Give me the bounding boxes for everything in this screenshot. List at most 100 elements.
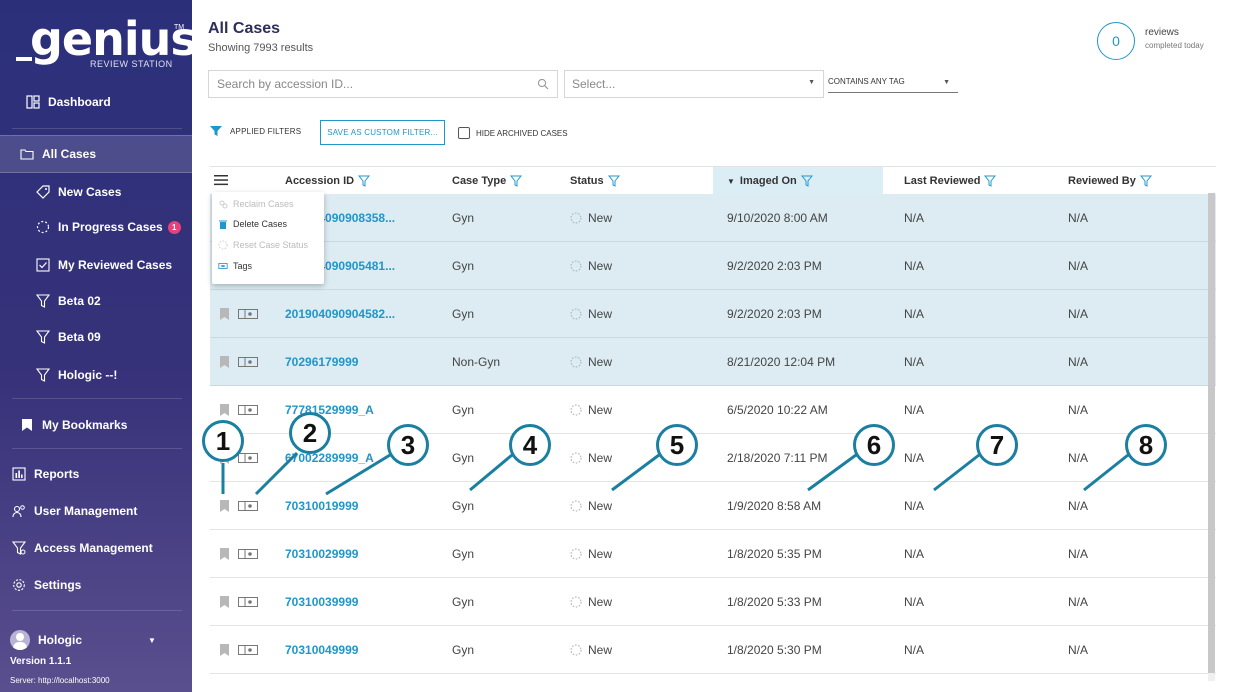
cell-accession-id[interactable]: 70310039999 — [285, 578, 358, 626]
column-imaged-on-label: Imaged On — [739, 175, 797, 187]
bookmark-icon[interactable] — [220, 596, 229, 608]
user-menu-caret-icon[interactable]: ▼ — [148, 636, 156, 645]
nav-in-progress-label: In Progress Cases — [58, 220, 163, 234]
nav-new-cases[interactable]: New Cases — [0, 174, 192, 210]
cell-last-reviewed: N/A — [904, 307, 925, 321]
table-scrollbar[interactable] — [1208, 193, 1215, 681]
cell-accession-id[interactable]: 70296179999 — [285, 338, 358, 386]
table-row[interactable]: 77781529999_A Gyn New 6/5/2020 10:22 AM N/A N… — [210, 386, 1216, 434]
search-input[interactable] — [217, 77, 527, 91]
slide-icon[interactable] — [238, 501, 258, 511]
slide-icon[interactable] — [238, 309, 258, 319]
slide-icon[interactable] — [238, 549, 258, 559]
cell-imaged-on: 8/21/2020 12:04 PM — [727, 355, 836, 369]
funnel-icon — [36, 294, 50, 308]
column-reviewed-by[interactable]: Reviewed By — [1068, 167, 1152, 195]
nav-my-bookmarks[interactable]: My Bookmarks — [0, 407, 192, 443]
cell-reviewed-by: N/A — [1068, 307, 1089, 321]
nav-my-reviewed-cases[interactable]: My Reviewed Cases — [0, 247, 192, 283]
cell-accession-id[interactable]: 70310029999 — [285, 530, 358, 578]
nav-dashboard[interactable]: Dashboard — [0, 84, 192, 120]
cell-accession-id[interactable]: 70310049999 — [285, 626, 358, 674]
cell-status-label: New — [588, 451, 613, 465]
sidebar: genius TM REVIEW STATION Dashboard All C… — [0, 0, 198, 692]
cell-case-type: Gyn — [452, 403, 475, 417]
menu-item-delete-cases[interactable]: Delete Cases — [218, 214, 287, 234]
slide-icon[interactable] — [238, 405, 258, 415]
slide-icon[interactable] — [238, 645, 258, 655]
applied-filters-label[interactable]: APPLIED FILTERS — [230, 127, 301, 136]
bookmark-icon[interactable] — [220, 356, 229, 368]
nav-user-management[interactable]: User Management — [0, 493, 192, 529]
column-filter-icon[interactable] — [607, 175, 620, 187]
slide-icon[interactable] — [238, 357, 258, 367]
hide-archived-label: HIDE ARCHIVED CASES — [476, 128, 568, 138]
column-accession-label: Accession ID — [285, 175, 355, 187]
hide-archived-checkbox[interactable] — [458, 127, 470, 139]
column-filter-icon[interactable] — [984, 175, 997, 187]
bookmark-icon[interactable] — [220, 548, 229, 560]
nav-filter-beta02[interactable]: Beta 02 — [0, 283, 192, 319]
tag-mode-dropdown[interactable]: CONTAINS ANY TAG ▼ — [828, 77, 958, 93]
table-row[interactable]: 70310029999 Gyn New 1/8/2020 5:35 PM N/A N/A — [210, 530, 1216, 578]
nav-all-cases[interactable]: All Cases — [0, 135, 192, 173]
hide-archived-toggle[interactable]: HIDE ARCHIVED CASES — [458, 127, 568, 139]
hamburger-menu-icon[interactable] — [214, 174, 228, 186]
search-icon[interactable] — [537, 78, 549, 90]
tag-select-placeholder: Select... — [572, 77, 616, 91]
column-filter-icon[interactable] — [358, 175, 371, 187]
column-filter-icon[interactable] — [1139, 175, 1152, 187]
tag-select[interactable]: Select... ▼ — [564, 70, 824, 98]
cell-accession-id[interactable]: 201904090904582... — [285, 290, 395, 338]
menu-item-reclaim-cases[interactable]: Reclaim Cases — [218, 194, 294, 214]
nav-filter-hologic[interactable]: Hologic --! — [0, 357, 192, 393]
user-menu[interactable]: Hologic — [10, 628, 82, 652]
table-row[interactable]: 201904090904582... Gyn New 9/2/2020 2:03 PM… — [210, 290, 1216, 338]
nav-filter-beta09[interactable]: Beta 09 — [0, 319, 192, 355]
cell-reviewed-by: N/A — [1068, 547, 1089, 561]
nav-reports[interactable]: Reports — [0, 456, 192, 492]
table-row[interactable]: 70310019999 Gyn New 1/9/2020 8:58 AM N/A N/A — [210, 482, 1216, 530]
nav-divider — [12, 398, 182, 399]
cell-reviewed-by: N/A — [1068, 451, 1089, 465]
scrollbar-thumb[interactable] — [1208, 193, 1215, 673]
column-last-reviewed[interactable]: Last Reviewed — [904, 167, 997, 195]
cell-imaged-on: 1/8/2020 5:35 PM — [727, 547, 822, 561]
genius-logo[interactable]: genius TM REVIEW STATION — [0, 14, 198, 74]
column-status[interactable]: Status — [570, 167, 620, 195]
slide-icon[interactable] — [238, 597, 258, 607]
cell-case-type: Gyn — [452, 595, 475, 609]
cell-imaged-on: 6/5/2020 10:22 AM — [727, 403, 828, 417]
bookmark-icon[interactable] — [220, 644, 229, 656]
nav-access-management-label: Access Management — [34, 541, 153, 555]
cell-last-reviewed: N/A — [904, 595, 925, 609]
nav-in-progress-cases[interactable]: In Progress Cases 1 — [0, 209, 192, 245]
slide-icon[interactable] — [238, 453, 258, 463]
nav-divider — [12, 610, 182, 611]
table-row[interactable]: 67002289999_A Gyn New 2/18/2020 7:11 PM N/A N… — [210, 434, 1216, 482]
column-accession-id[interactable]: Accession ID — [285, 167, 371, 195]
cell-case-type: Gyn — [452, 211, 475, 225]
column-filter-icon[interactable] — [800, 175, 813, 187]
bookmark-icon[interactable] — [220, 404, 229, 416]
cell-accession-id[interactable]: 70310019999 — [285, 482, 358, 530]
nav-access-management[interactable]: Access Management — [0, 530, 192, 566]
column-filter-icon[interactable] — [510, 175, 523, 187]
column-imaged-on[interactable]: ▼ Imaged On — [713, 167, 883, 195]
menu-item-tags[interactable]: Tags — [218, 256, 252, 276]
nav-settings[interactable]: Settings — [0, 567, 192, 603]
table-row[interactable]: 201904090905481... Gyn New 9/2/2020 2:03 PM… — [210, 242, 1216, 290]
cell-last-reviewed: N/A — [904, 499, 925, 513]
table-row[interactable]: 2019040909083­58... Gyn New 9/10/2020 8:00 … — [210, 194, 1216, 242]
table-row[interactable]: 70310049999 Gyn New 1/8/2020 5:30 PM N/A N/A — [210, 626, 1216, 674]
dashboard-icon — [26, 95, 40, 109]
bookmark-icon[interactable] — [220, 308, 229, 320]
column-case-type[interactable]: Case Type — [452, 167, 523, 195]
save-custom-filter-button[interactable]: SAVE AS CUSTOM FILTER... — [320, 120, 445, 145]
bookmark-icon[interactable] — [220, 500, 229, 512]
nav-beta09-label: Beta 09 — [58, 330, 101, 344]
column-status-label: Status — [570, 175, 604, 187]
menu-item-reset-case-status[interactable]: Reset Case Status — [218, 235, 308, 255]
table-row[interactable]: 70310039999 Gyn New 1/8/2020 5:33 PM N/A N/A — [210, 578, 1216, 626]
table-row[interactable]: 70296179999 Non-Gyn New 8/21/2020 12:04 PM N… — [210, 338, 1216, 386]
